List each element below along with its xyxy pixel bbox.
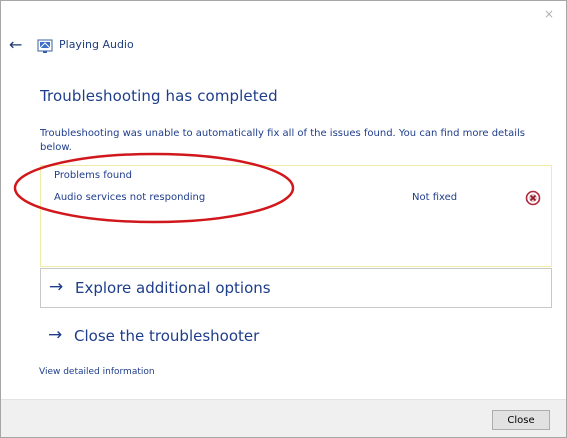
close-troubleshooter-label: Close the troubleshooter bbox=[74, 327, 260, 345]
page-heading: Troubleshooting has completed bbox=[40, 87, 278, 105]
view-detailed-information-link[interactable]: View detailed information bbox=[39, 367, 155, 377]
problem-name: Audio services not responding bbox=[54, 192, 206, 203]
footer-bar: Close bbox=[1, 399, 566, 437]
explore-additional-options-button[interactable]: → Explore additional options bbox=[40, 268, 552, 308]
not-fixed-icon bbox=[525, 190, 541, 206]
arrow-right-icon: → bbox=[49, 277, 64, 297]
close-button[interactable]: Close bbox=[492, 410, 550, 430]
problems-found-panel: Problems found Audio services not respon… bbox=[40, 165, 552, 267]
problems-header: Problems found bbox=[54, 170, 132, 181]
window-close-icon[interactable]: × bbox=[541, 6, 557, 22]
troubleshooter-app-icon bbox=[37, 39, 53, 53]
window-title: Playing Audio bbox=[59, 38, 134, 51]
arrow-right-icon: → bbox=[48, 325, 63, 345]
result-description: Troubleshooting was unable to automatica… bbox=[40, 128, 526, 153]
troubleshooter-window: × ← Playing Audio Troubleshooting has co… bbox=[0, 0, 567, 438]
problem-status: Not fixed bbox=[412, 192, 458, 203]
close-troubleshooter-button[interactable]: → Close the troubleshooter bbox=[40, 317, 550, 353]
back-arrow-icon[interactable]: ← bbox=[9, 37, 27, 53]
explore-options-label: Explore additional options bbox=[75, 279, 271, 297]
